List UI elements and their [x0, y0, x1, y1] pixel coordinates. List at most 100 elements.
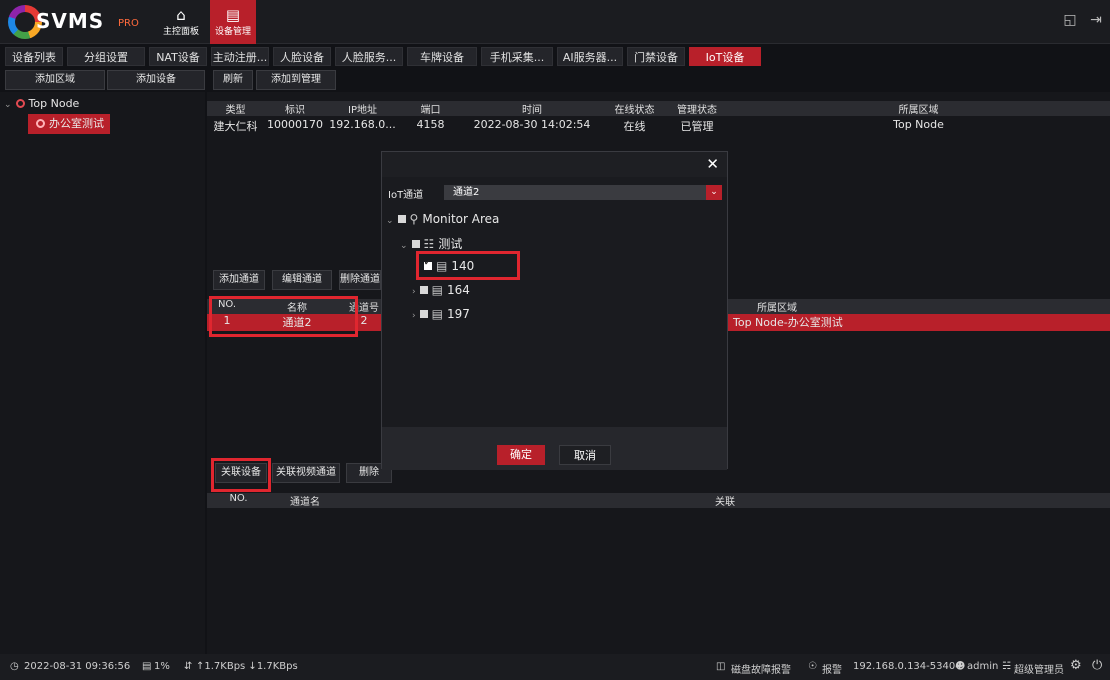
- nav-home-label: 主控面板: [162, 27, 199, 37]
- power-icon[interactable]: ⏻: [1092, 658, 1102, 673]
- tree-node-label: 测试: [438, 237, 463, 251]
- tree-root-node[interactable]: ⌄ Top Node: [0, 94, 205, 114]
- status-datetime: 2022-08-31 09:36:56: [24, 661, 131, 672]
- status-network: ↑1.7KBps ↓1.7KBps: [196, 661, 298, 672]
- cell-ip: 192.168.0...: [329, 118, 396, 131]
- location-icon: ⚲: [409, 212, 419, 226]
- area-icon: [36, 119, 45, 128]
- delete-channel-button[interactable]: 删除通道: [339, 270, 381, 290]
- tree-item-label: 办公室测试: [49, 117, 104, 130]
- assoc-table-header: NO. 通道名 关联: [207, 493, 1110, 508]
- add-device-button[interactable]: 添加设备: [107, 70, 205, 90]
- col-type: 类型: [225, 105, 246, 116]
- col-time: 时间: [522, 105, 542, 116]
- tree-node-device-197[interactable]: › ▤ 197: [412, 307, 470, 321]
- status-user: admin: [967, 661, 999, 672]
- refresh-button[interactable]: 刷新: [213, 70, 253, 90]
- col-port: 端口: [420, 105, 441, 116]
- app-logo: SVMS PRO: [8, 5, 148, 39]
- col-assoc: 关联: [715, 497, 735, 508]
- select-device-dialog: ✕ IoT通道 通道2 ⌄ ⌄⚲Monitor Area ⌄☷测试 ▤140 ›…: [381, 151, 728, 470]
- highlight-box: [209, 296, 358, 337]
- checkbox[interactable]: [411, 240, 420, 248]
- cell-area: Top Node: [893, 118, 944, 131]
- clock-icon: ◷: [10, 661, 19, 672]
- highlight-box: [211, 458, 271, 492]
- cell-time: 2022-08-30 14:02:54: [473, 118, 591, 131]
- checkbox[interactable]: [419, 310, 428, 318]
- iot-channel-select[interactable]: 通道2 ⌄: [444, 185, 722, 200]
- assoc-video-channel-button[interactable]: 关联视频通道: [272, 463, 340, 483]
- dialog-body: IoT通道 通道2 ⌄ ⌄⚲Monitor Area ⌄☷测试 ▤140 ›▤1…: [382, 177, 727, 427]
- chevron-down-icon[interactable]: ⌄: [4, 100, 12, 110]
- device-icon: ▤: [431, 307, 443, 321]
- cell-port: 4158: [416, 118, 445, 131]
- device-icon: ▤: [431, 283, 443, 297]
- close-icon[interactable]: ✕: [706, 155, 719, 173]
- col-ip: IP地址: [348, 105, 377, 116]
- iot-channel-value: 通道2: [453, 187, 480, 198]
- checkbox[interactable]: [419, 286, 428, 294]
- tab-iot-device[interactable]: IoT设备: [689, 47, 761, 66]
- cell-type: 建大仁科: [213, 120, 258, 133]
- col-area: 所属区域: [898, 105, 939, 116]
- group-icon: ☷: [423, 237, 435, 251]
- ok-button[interactable]: 确定: [497, 445, 545, 465]
- cell-id: 10000170: [267, 118, 323, 131]
- col-manage: 管理状态: [677, 105, 717, 116]
- nav-device-manage[interactable]: ▤ 设备管理: [210, 0, 256, 44]
- checkbox[interactable]: [397, 215, 406, 223]
- disk-alarm-link[interactable]: 磁盘故障报警: [731, 661, 791, 676]
- cancel-button[interactable]: 取消: [559, 445, 611, 465]
- iot-channel-label: IoT通道: [388, 190, 424, 201]
- settings-icon[interactable]: ⚙: [1070, 658, 1082, 673]
- edit-channel-button[interactable]: 编辑通道: [272, 270, 332, 290]
- network-icon: ⇵: [184, 661, 193, 672]
- tab-nat-device[interactable]: NAT设备: [149, 47, 207, 66]
- status-cpu: 1%: [154, 661, 170, 672]
- tree-node-group[interactable]: ⌄ ☷ 测试: [400, 235, 462, 252]
- dialog-titlebar: ✕: [382, 152, 727, 177]
- device-table-header: 类型 标识 IP地址 端口 时间 在线状态 管理状态 所属区域: [207, 101, 1110, 116]
- table-row[interactable]: 建大仁科 10000170 192.168.0... 4158 2022-08-…: [207, 118, 1110, 135]
- col-online: 在线状态: [614, 105, 655, 116]
- tab-access-device[interactable]: 门禁设备: [627, 47, 685, 66]
- tree-root-label: Top Node: [28, 97, 80, 110]
- add-to-manage-button[interactable]: 添加到管理: [256, 70, 336, 90]
- nav-home[interactable]: ⌂ 主控面板: [158, 0, 204, 44]
- tab-device-list[interactable]: 设备列表: [5, 47, 63, 66]
- chevron-down-icon[interactable]: ⌄: [706, 185, 722, 200]
- tab-active-register[interactable]: 主动注册...: [211, 47, 269, 66]
- device-icon: ▤: [225, 6, 241, 24]
- chevron-down-icon[interactable]: ⌄: [400, 241, 408, 251]
- col-no: NO.: [229, 493, 248, 504]
- chevron-right-icon[interactable]: ›: [412, 311, 416, 321]
- tab-ai-server[interactable]: AI服务器...: [557, 47, 623, 66]
- tab-face-device[interactable]: 人脸设备: [273, 47, 331, 66]
- tab-plate-device[interactable]: 车牌设备: [407, 47, 477, 66]
- cell-area: Top Node-办公室测试: [733, 316, 843, 329]
- home-icon: ⌂: [176, 6, 186, 24]
- logout-icon[interactable]: ⇥: [1086, 10, 1106, 30]
- tab-mobile-capture[interactable]: 手机采集...: [481, 47, 553, 66]
- area-icon: [15, 99, 25, 108]
- add-channel-button[interactable]: 添加通道: [213, 270, 265, 290]
- device-tabs: 设备列表 分组设置 NAT设备 主动注册... 人脸设备 人脸服务... 车牌设…: [0, 45, 1110, 67]
- logo-pro: PRO: [118, 18, 139, 29]
- chevron-down-icon[interactable]: ⌄: [386, 216, 394, 226]
- tree-node-monitor-area[interactable]: ⌄ ⚲ Monitor Area: [386, 212, 499, 226]
- window-restore-icon[interactable]: ◱: [1060, 10, 1080, 30]
- tree-node-label: Monitor Area: [422, 212, 500, 226]
- status-role: 超级管理员: [1014, 665, 1064, 676]
- tab-group-settings[interactable]: 分组设置: [67, 47, 145, 66]
- alarm-link[interactable]: 报警: [822, 661, 842, 676]
- cell-online: 在线: [623, 120, 646, 133]
- chevron-right-icon[interactable]: ›: [412, 287, 416, 297]
- add-area-button[interactable]: 添加区域: [5, 70, 105, 90]
- disk-icon: ◫: [716, 661, 726, 672]
- tab-face-service[interactable]: 人脸服务...: [335, 47, 403, 66]
- cell-manage: 已管理: [680, 120, 714, 133]
- col-channel-name: 通道名: [290, 497, 320, 508]
- tree-node-device-164[interactable]: › ▤ 164: [412, 283, 470, 297]
- tree-item-office-test[interactable]: 办公室测试: [28, 114, 110, 134]
